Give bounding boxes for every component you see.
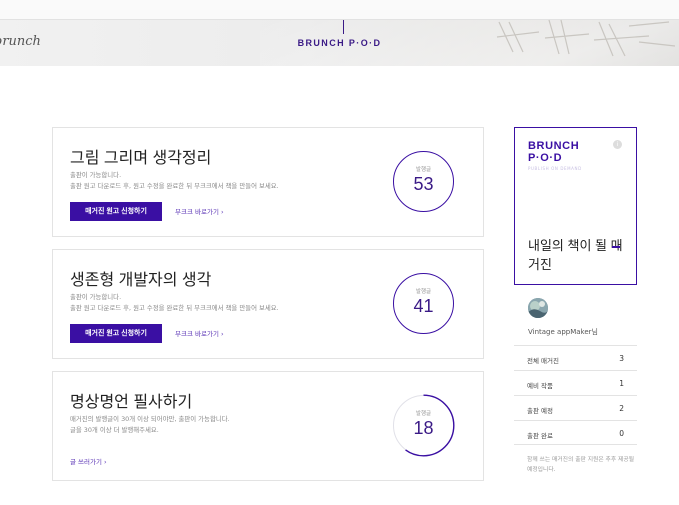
- description-line: 매거진의 발행글이 30개 이상 되어야만, 출판이 가능합니다.: [70, 415, 230, 423]
- magazine-description: 출판이 가능합니다. 출판 원고 다운로드 후, 원고 수정을 완료한 뒤 부크…: [70, 170, 360, 192]
- tagline-dash: [612, 246, 620, 248]
- stats-label: 출판 완료: [527, 432, 553, 440]
- pod-card-logo: BRUNCH P·O·D: [528, 140, 579, 164]
- page-header: brunch BRUNCH P·O·D: [0, 0, 679, 66]
- magazine-title: 생존형 개발자의 생각: [70, 272, 212, 289]
- progress-arc-stroke: [392, 394, 455, 457]
- magazine-description: 출판이 가능합니다. 출판 원고 다운로드 후, 원고 수정을 완료한 뒤 부크…: [70, 292, 360, 314]
- magazine-card: 그림 그리며 생각정리 출판이 가능합니다. 출판 원고 다운로드 후, 원고 …: [52, 127, 484, 237]
- magazine-card: 생존형 개발자의 생각 출판이 가능합니다. 출판 원고 다운로드 후, 원고 …: [52, 249, 484, 359]
- description-line: 출판이 가능합니다.: [70, 171, 122, 179]
- pod-subtitle: PUBLISH ON DEMAND: [528, 166, 582, 171]
- stats-list: 전체 매거진 3 예비 작품 1 출판 예정 2 출판 완료 0: [514, 345, 637, 445]
- stats-value: 0: [619, 429, 624, 438]
- stats-row: 전체 매거진 3: [514, 345, 637, 370]
- support-note: 함께 쓰는 매거진의 출판 지원은 추후 제공될 예정입니다.: [527, 457, 635, 473]
- stats-value: 3: [619, 354, 624, 363]
- stats-row: 출판 완료 0: [514, 420, 637, 445]
- stats-label: 예비 작품: [527, 382, 553, 390]
- stats-row: 예비 작품 1: [514, 370, 637, 395]
- magazine-title: 명상명언 필사하기: [70, 394, 193, 411]
- info-icon[interactable]: i: [613, 140, 622, 149]
- pod-logo-line: P·O·D: [528, 152, 563, 164]
- stats-value: 1: [619, 379, 624, 388]
- stats-label: 전체 매거진: [527, 357, 559, 365]
- avatar-image: [528, 298, 548, 318]
- post-count-label: 발행글: [415, 289, 432, 295]
- magazine-card: 명상명언 필사하기 매거진의 발행글이 30개 이상 되어야만, 출판이 가능합…: [52, 371, 484, 481]
- magazine-description: 매거진의 발행글이 30개 이상 되어야만, 출판이 가능합니다. 글을 30개…: [70, 414, 360, 436]
- brunch-pod-logo[interactable]: BRUNCH P·O·D: [0, 38, 679, 48]
- pod-logo-line: BRUNCH: [528, 140, 580, 152]
- avatar[interactable]: [528, 298, 548, 318]
- write-post-link[interactable]: 글 쓰러가기 ›: [70, 456, 107, 466]
- post-count-value: 53: [413, 174, 434, 194]
- post-count-circle: 발행글 53: [393, 151, 454, 212]
- post-count-circle: 발행글 41: [393, 273, 454, 334]
- bookk-link[interactable]: 부크크 바로가기 ›: [175, 328, 224, 338]
- stats-label: 출판 예정: [527, 407, 553, 415]
- bookk-link[interactable]: 부크크 바로가기 ›: [175, 206, 224, 216]
- logo-tick: [343, 20, 344, 34]
- brunch-pod-card[interactable]: BRUNCH P·O·D PUBLISH ON DEMAND i 내일의 책이 …: [514, 127, 637, 285]
- post-count-label: 발행글: [415, 167, 432, 173]
- description-line: 글을 30개 이상 더 발행해주세요.: [70, 426, 159, 434]
- post-count-circle: 발행글 18: [392, 394, 455, 457]
- user-name: Vintage appMaker님: [528, 328, 598, 336]
- progress-arc: [392, 394, 455, 457]
- description-line: 출판이 가능합니다.: [70, 293, 122, 301]
- apply-manuscript-button[interactable]: 매거진 원고 신청하기: [70, 324, 162, 343]
- magazine-title: 그림 그리며 생각정리: [70, 150, 212, 167]
- post-count-value: 41: [413, 296, 434, 316]
- pod-tagline: 내일의 책이 될 매거진: [528, 238, 623, 272]
- stats-value: 2: [619, 404, 624, 413]
- apply-manuscript-button[interactable]: 매거진 원고 신청하기: [70, 202, 162, 221]
- description-line: 출판 원고 다운로드 후, 원고 수정을 완료한 뒤 부크크에서 책을 만들어 …: [70, 182, 279, 190]
- stats-row: 출판 예정 2: [514, 395, 637, 420]
- description-line: 출판 원고 다운로드 후, 원고 수정을 완료한 뒤 부크크에서 책을 만들어 …: [70, 304, 279, 312]
